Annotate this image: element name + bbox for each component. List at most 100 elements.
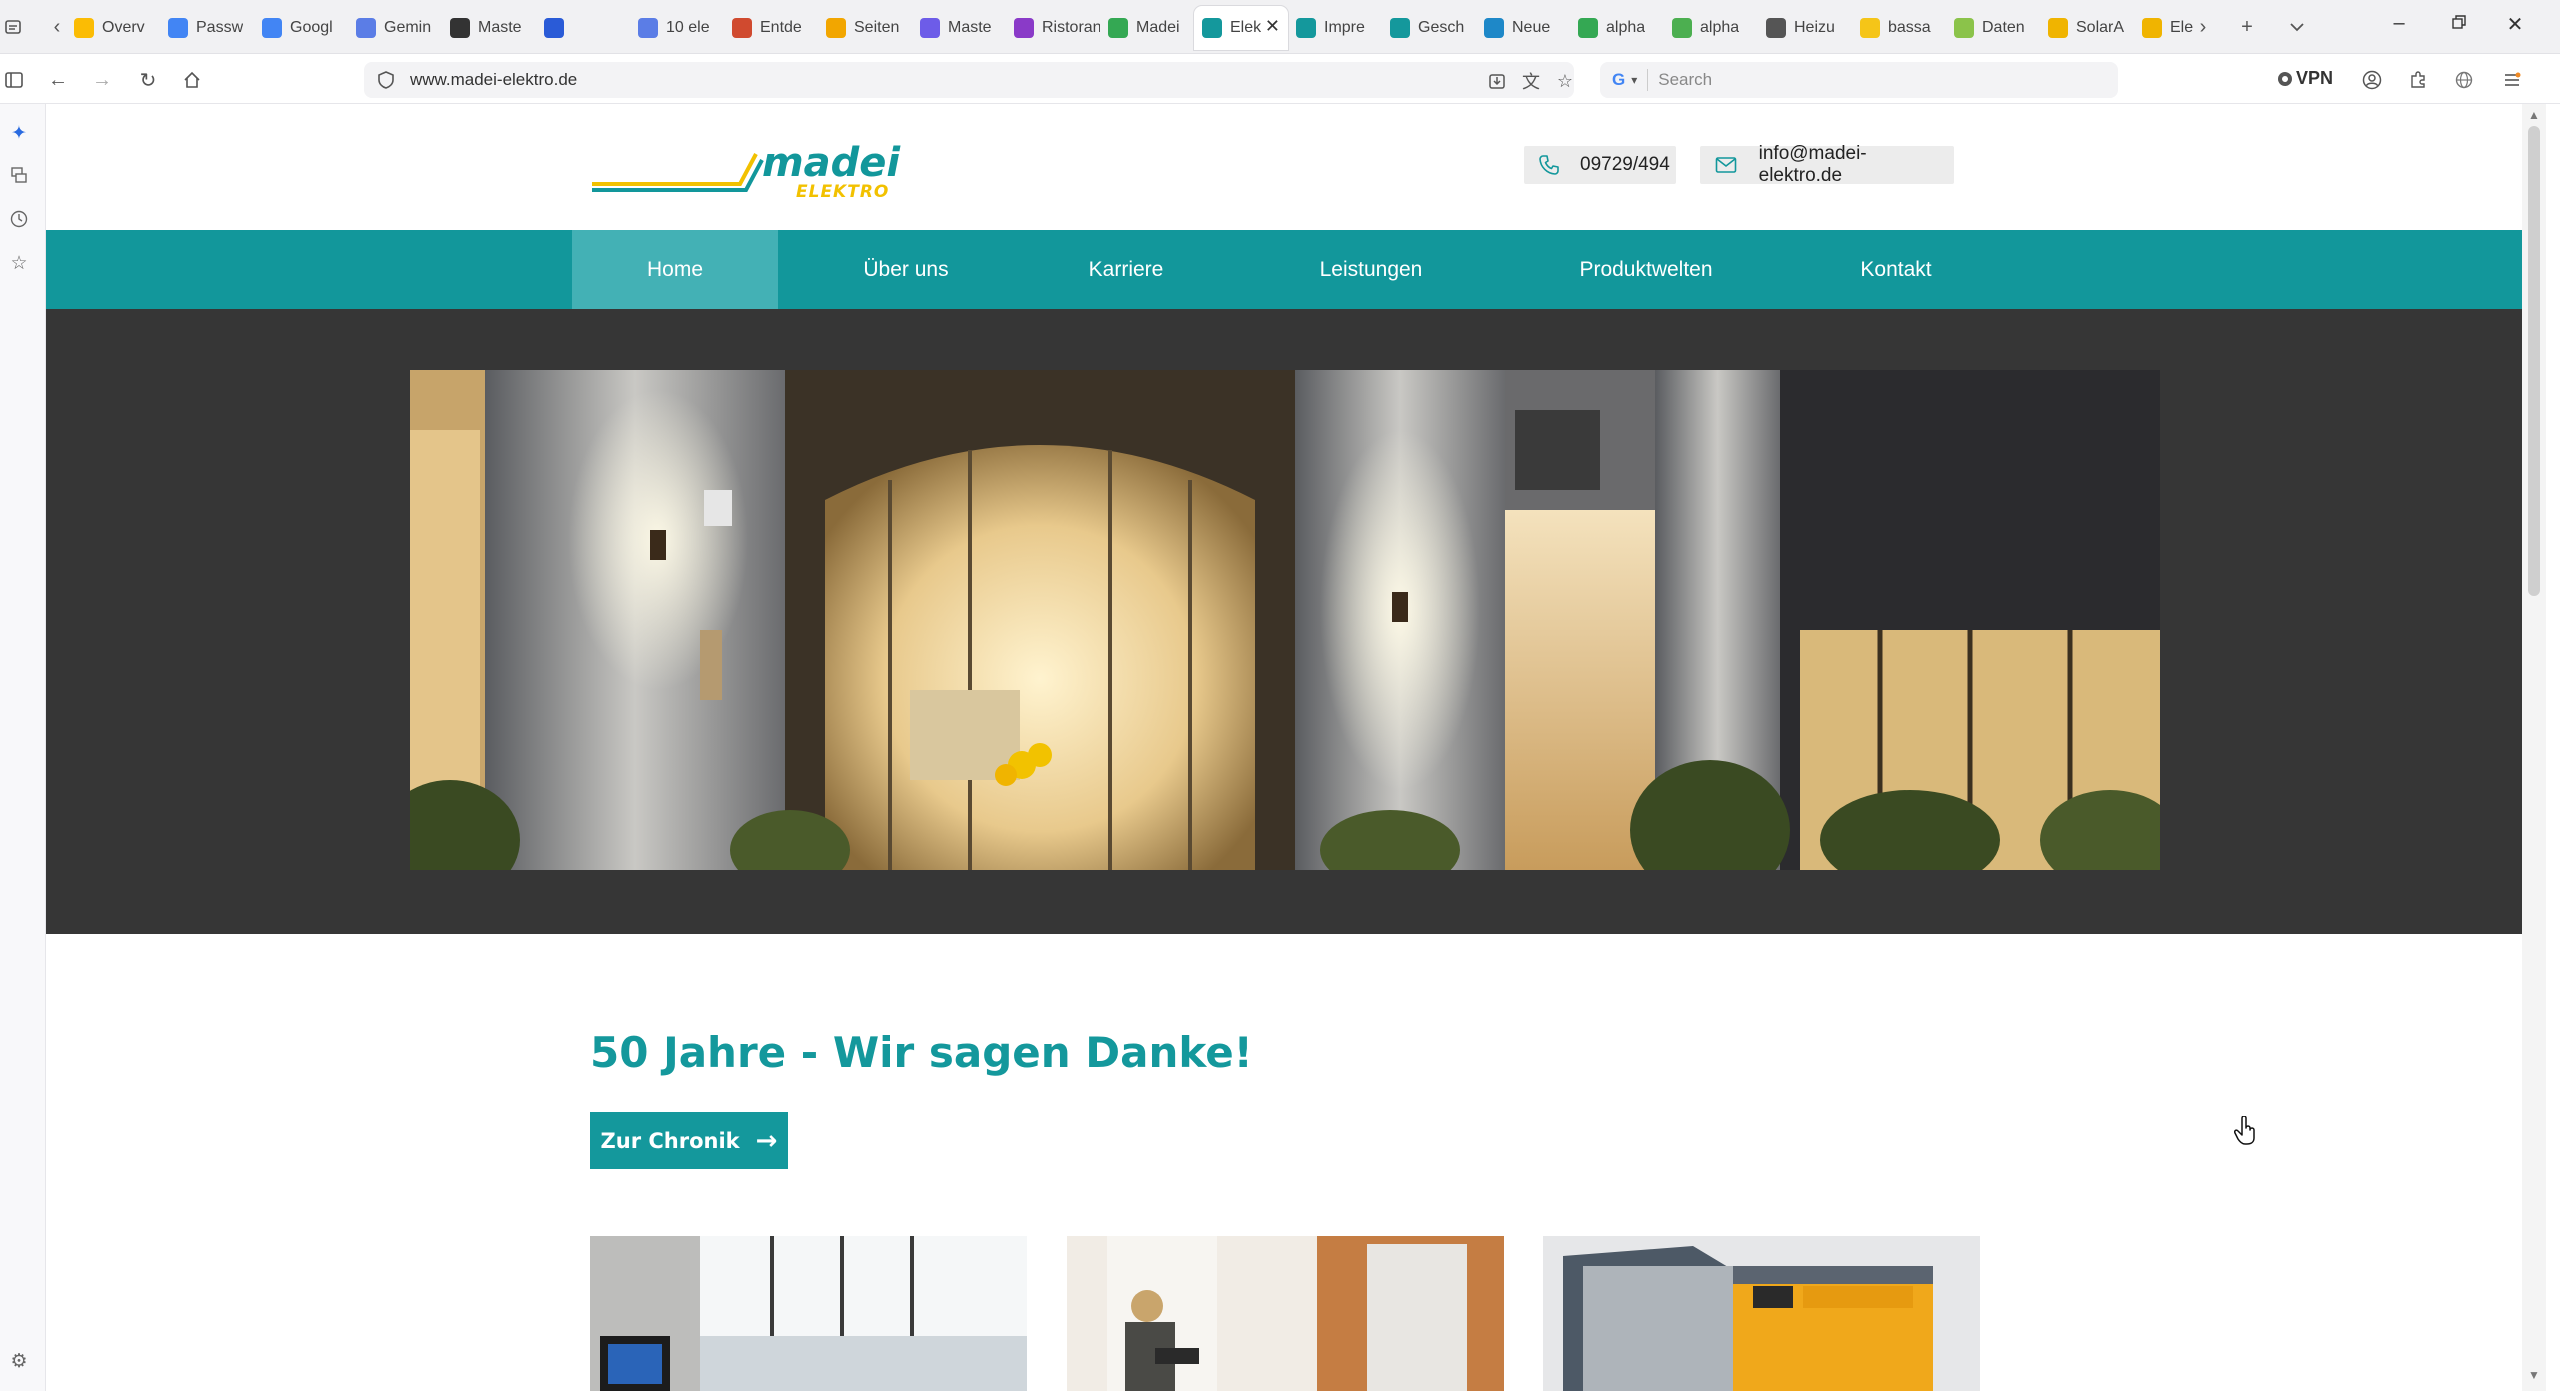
browser-tab[interactable]: Elek ✕	[1194, 6, 1288, 50]
maps-pin-icon	[1108, 18, 1128, 38]
nav-item-home[interactable]: Home	[572, 230, 778, 309]
nav-item-ueber-uns[interactable]: Über uns	[826, 230, 986, 309]
browser-tab[interactable]: Overv	[66, 6, 160, 50]
email-contact[interactable]: info@madei-elektro.de	[1700, 143, 1954, 186]
translate-icon[interactable]: 文	[1520, 70, 1542, 92]
url-text[interactable]: www.madei-elektro.de	[410, 70, 577, 90]
app-menu-icon[interactable]	[2498, 66, 2526, 94]
search-engine-google-icon[interactable]: G	[1612, 70, 1625, 90]
back-arrow-icon[interactable]: ←	[44, 66, 72, 94]
close-tab-icon[interactable]: ✕	[1265, 16, 1280, 37]
sun-icon	[2142, 18, 2162, 38]
search-divider	[1647, 69, 1649, 91]
browser-tab[interactable]: Ristorante	[1006, 6, 1100, 50]
nav-label: Home	[646, 257, 704, 281]
tab-list-icon[interactable]	[0, 14, 26, 40]
product-card-smart-home[interactable]	[590, 1236, 1027, 1391]
install-page-icon[interactable]	[1486, 70, 1508, 92]
tab-strip: Overv Passw Googl Gemin Maste 10 ele Entde Seit…	[66, 6, 2228, 50]
browser-tab[interactable]: Gemin	[348, 6, 442, 50]
browser-tab[interactable]: alpha	[1570, 6, 1664, 50]
product-card-heating-panel[interactable]	[1067, 1236, 1504, 1391]
cta-label: Zur Chronik	[600, 1128, 740, 1153]
scroll-tabs-right-icon[interactable]: ›	[2190, 14, 2216, 40]
tab-title: Gemin	[384, 19, 432, 36]
tab-title: Maste	[948, 19, 992, 36]
main-navigation: Home Über uns Karriere Leistungen Produk…	[46, 230, 2522, 309]
home-icon[interactable]	[178, 66, 206, 94]
account-icon[interactable]	[2358, 66, 2386, 94]
close-window-icon[interactable]: ✕	[2500, 12, 2530, 37]
browser-tab[interactable]: Madei	[1100, 6, 1194, 50]
globe-icon[interactable]	[2450, 66, 2478, 94]
nav-item-kontakt[interactable]: Kontakt	[1826, 230, 1966, 309]
trend-icon	[732, 18, 752, 38]
tab-title: Maste	[478, 19, 522, 36]
maps-pin-icon	[1578, 18, 1598, 38]
forward-arrow-icon[interactable]: →	[88, 66, 116, 94]
tab-title: SolarA	[2076, 19, 2125, 36]
reload-icon[interactable]: ↻	[134, 66, 162, 94]
nav-item-leistungen[interactable]: Leistungen	[1286, 230, 1456, 309]
synced-tabs-icon[interactable]	[4, 160, 34, 190]
nav-item-produktwelten[interactable]: Produktwelten	[1546, 230, 1746, 309]
webpage: madei ELEKTRO 09729/494 info@madei-elekt…	[46, 104, 2522, 1391]
page-scrollbar[interactable]: ▲ ▼	[2522, 104, 2546, 1391]
bookmarks-star-icon[interactable]: ☆	[4, 248, 34, 278]
browser-tab[interactable]: Heizu	[1758, 6, 1852, 50]
history-clock-icon[interactable]	[4, 204, 34, 234]
browser-tab[interactable]: bassa	[1852, 6, 1946, 50]
mail-icon	[1714, 152, 1739, 178]
app-square-icon	[544, 18, 564, 38]
extensions-puzzle-icon[interactable]	[2404, 66, 2432, 94]
nav-item-karriere[interactable]: Karriere	[1056, 230, 1196, 309]
google-g-icon	[168, 18, 188, 38]
purple-square-icon	[1014, 18, 1034, 38]
search-bar[interactable]: G ▾ Search	[1600, 62, 2118, 98]
scroll-up-icon[interactable]: ▲	[2526, 108, 2542, 122]
madei-elektro-logo[interactable]: madei ELEKTRO	[590, 140, 910, 202]
tab-title: Gesch	[1418, 19, 1465, 36]
site-security-shield-icon[interactable]	[376, 70, 396, 90]
tab-title: bassa	[1888, 19, 1931, 36]
product-card-heat-pump[interactable]	[1543, 1236, 1980, 1391]
scroll-down-icon[interactable]: ▼	[2526, 1368, 2542, 1382]
browser-tab[interactable]: alpha	[1664, 6, 1758, 50]
browser-tab[interactable]: Maste	[442, 6, 536, 50]
browser-tab[interactable]	[536, 6, 630, 50]
navigation-bar: ← → ↻ www.madei-elektro.de 文 ☆ G ▾ Searc…	[0, 54, 2560, 104]
address-bar[interactable]: www.madei-elektro.de 文 ☆	[364, 62, 1574, 98]
zur-chronik-button[interactable]: Zur Chronik →	[590, 1112, 788, 1169]
browser-tab[interactable]: Googl	[254, 6, 348, 50]
browser-tab[interactable]: SolarA	[2040, 6, 2134, 50]
new-tab-icon[interactable]: +	[2234, 14, 2260, 40]
phone-contact[interactable]: 09729/494	[1524, 146, 1676, 184]
bookmark-star-icon[interactable]: ☆	[1554, 70, 1576, 92]
browser-tab[interactable]: Gesch	[1382, 6, 1476, 50]
scrollbar-thumb[interactable]	[2528, 126, 2540, 596]
browser-tab[interactable]: Neue	[1476, 6, 1570, 50]
vpn-button[interactable]: VPN	[2278, 68, 2333, 89]
minimize-window-icon[interactable]: –	[2384, 12, 2414, 35]
browser-tab[interactable]: Maste	[912, 6, 1006, 50]
tab-title: Elek	[1230, 19, 1262, 36]
tab-title: Passw	[196, 19, 244, 36]
document-icon	[450, 18, 470, 38]
tab-title: Googl	[290, 19, 333, 36]
browser-tab[interactable]: Passw	[160, 6, 254, 50]
search-engine-chevron-down-icon[interactable]: ▾	[1631, 73, 1637, 87]
ai-sparkle-icon[interactable]: ✦	[4, 118, 34, 148]
browser-tab[interactable]: Daten	[1946, 6, 2040, 50]
browser-tab[interactable]: 10 ele	[630, 6, 724, 50]
sidebar-toggle-icon[interactable]	[0, 66, 28, 94]
nav-label: Über uns	[863, 257, 949, 281]
circle-logo-icon	[1672, 18, 1692, 38]
browser-tab[interactable]: Seiten	[818, 6, 912, 50]
browser-tab[interactable]: Entde	[724, 6, 818, 50]
bot-icon	[920, 18, 940, 38]
sidebar-settings-gear-icon[interactable]: ⚙	[4, 1346, 34, 1376]
restore-window-icon[interactable]	[2444, 12, 2474, 35]
browser-tab[interactable]: Impre	[1288, 6, 1382, 50]
search-input[interactable]: Search	[1658, 70, 1712, 90]
tab-menu-chevron-down-icon[interactable]	[2284, 14, 2310, 40]
